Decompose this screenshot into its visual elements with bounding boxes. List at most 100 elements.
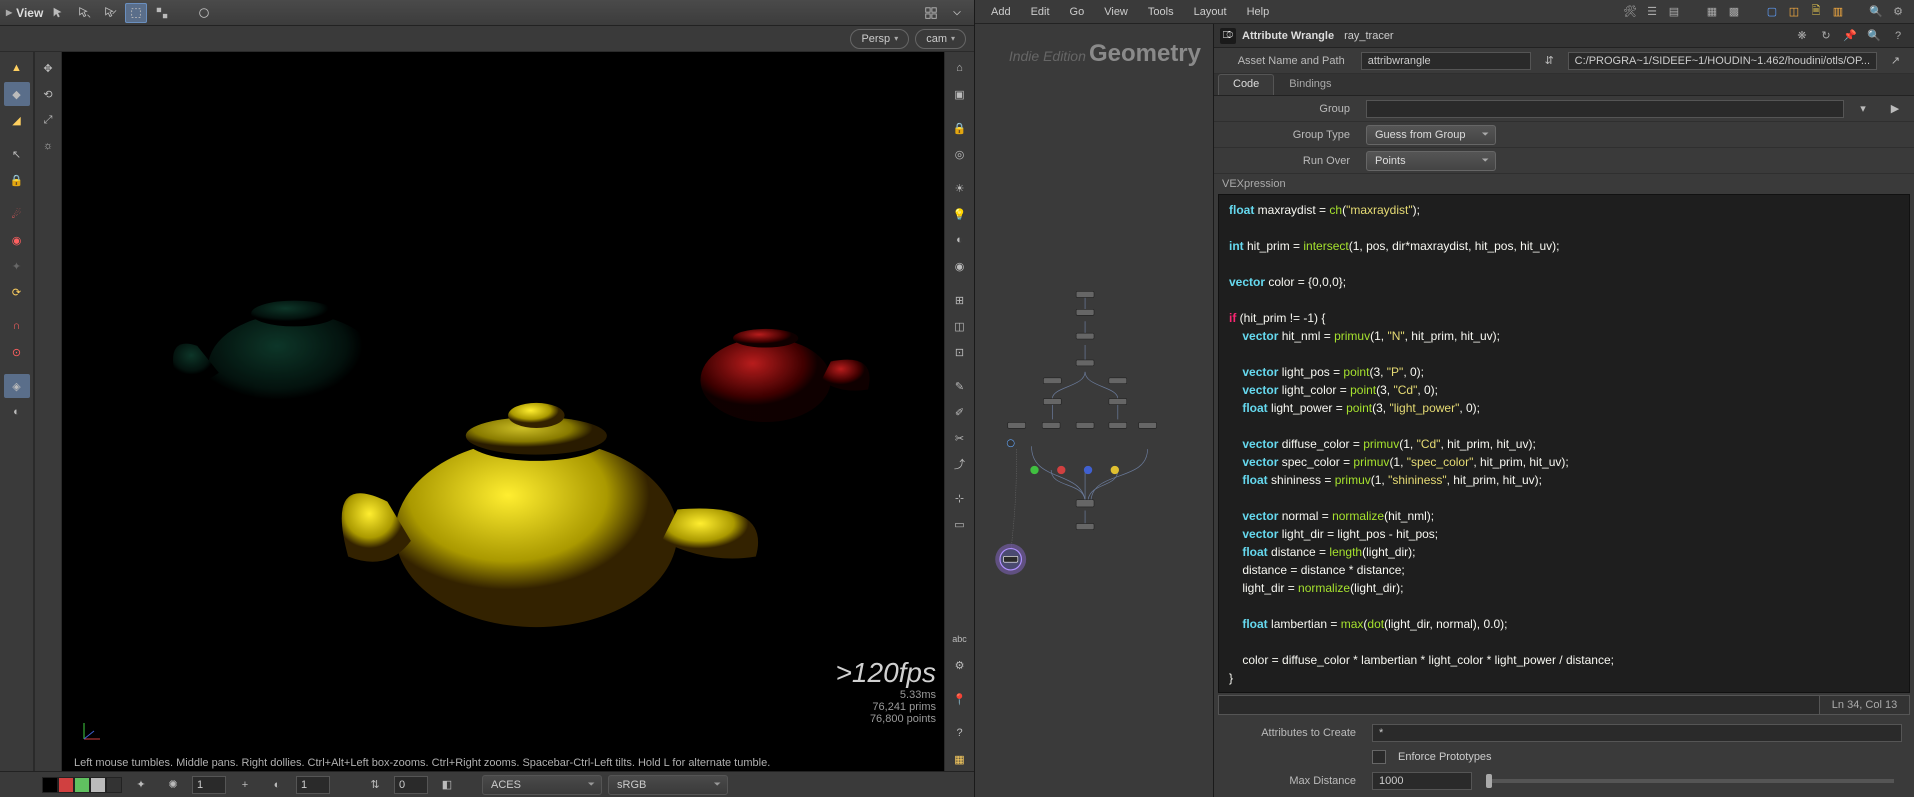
render-icon[interactable]: ◐: [4, 400, 30, 424]
home-icon[interactable]: ⌂: [947, 56, 973, 80]
primitive-icon[interactable]: ▲: [4, 56, 30, 80]
magnet-icon[interactable]: ∩: [4, 314, 30, 338]
asset-name-field[interactable]: attribwrangle: [1361, 52, 1531, 70]
menu-tools[interactable]: Tools: [1138, 3, 1184, 21]
fx-icon[interactable]: ✦: [128, 773, 154, 797]
path-icon[interactable]: ◫: [1784, 2, 1804, 22]
menu-help[interactable]: Help: [1237, 3, 1280, 21]
pose-icon[interactable]: ☼: [35, 134, 61, 158]
help-icon[interactable]: ?: [947, 721, 973, 745]
persp-menu[interactable]: Persp▾: [850, 29, 909, 49]
settings-icon[interactable]: ⚙: [1888, 2, 1908, 22]
arrow-icon[interactable]: ↖: [4, 142, 30, 166]
menu-edit[interactable]: Edit: [1021, 3, 1060, 21]
group-type-select[interactable]: Guess from Group: [1366, 125, 1496, 145]
asset-jump-icon[interactable]: ↗: [1883, 49, 1908, 73]
sculpt-icon[interactable]: ✐: [947, 400, 973, 424]
sheet-icon[interactable]: ▢: [1762, 2, 1782, 22]
layout-grid-icon[interactable]: ▦: [947, 747, 973, 771]
list-icon[interactable]: ▤: [1664, 2, 1684, 22]
view-tool-icon[interactable]: ◈: [4, 374, 30, 398]
select-contained-tool[interactable]: [73, 3, 95, 23]
c-plane-icon[interactable]: ▭: [947, 512, 973, 536]
colorspace-select[interactable]: ACES: [482, 775, 602, 795]
3d-viewport[interactable]: >120fps 5.33ms 76,241 prims 76,800 point…: [62, 52, 944, 771]
asset-updown-icon[interactable]: ⇵: [1537, 49, 1562, 73]
group-select-icon[interactable]: ▶: [1882, 97, 1908, 121]
extract-icon[interactable]: ⤴: [947, 452, 973, 476]
group-field[interactable]: [1366, 100, 1844, 118]
bone-tool-icon[interactable]: ✦: [4, 254, 30, 278]
pin-icon[interactable]: 📌: [1840, 26, 1860, 46]
light-tool-icon[interactable]: ☄: [4, 202, 30, 226]
reload-icon[interactable]: ↻: [1816, 26, 1836, 46]
headlight-icon[interactable]: ☀: [947, 176, 973, 200]
area-select-tool[interactable]: [125, 3, 147, 23]
select-icon[interactable]: ◆: [4, 82, 30, 106]
group-dropdown-icon[interactable]: ▾: [1850, 97, 1876, 121]
gamma-input[interactable]: [192, 776, 226, 794]
plus-icon[interactable]: +: [232, 773, 258, 797]
stop-input[interactable]: [394, 776, 428, 794]
constraint-icon[interactable]: ⟳: [4, 280, 30, 304]
display-select[interactable]: sRGB: [608, 775, 728, 795]
grid-snap-icon[interactable]: ⊹: [947, 486, 973, 510]
stop-adj-icon[interactable]: ⇅: [362, 773, 388, 797]
ghost-icon[interactable]: ◎: [947, 142, 973, 166]
search-icon[interactable]: 🔍: [1866, 2, 1886, 22]
attrs-field[interactable]: *: [1372, 724, 1902, 742]
cog-icon[interactable]: ⚙: [947, 653, 973, 677]
gear-icon[interactable]: ❋: [1792, 26, 1812, 46]
vex-code-editor[interactable]: float maxraydist = ch("maxraydist"); int…: [1218, 194, 1910, 693]
brush-icon[interactable]: ◢: [4, 108, 30, 132]
xray-icon[interactable]: ⊡: [947, 340, 973, 364]
cam-menu[interactable]: cam▾: [915, 29, 966, 49]
maxdist-field[interactable]: 1000: [1372, 772, 1472, 790]
search2-icon[interactable]: 🔍: [1864, 26, 1884, 46]
marker-icon[interactable]: 📍: [947, 687, 973, 711]
wrench-icon[interactable]: 🛠: [1620, 2, 1640, 22]
help2-icon[interactable]: ?: [1888, 26, 1908, 46]
view-layout-icon[interactable]: [920, 3, 942, 23]
lock-view-icon[interactable]: 🔒: [947, 116, 973, 140]
menu-layout[interactable]: Layout: [1184, 3, 1237, 21]
enforce-checkbox[interactable]: [1372, 750, 1386, 764]
maxdist-slider[interactable]: [1486, 779, 1894, 783]
run-over-select[interactable]: Points: [1366, 151, 1496, 171]
tab-bindings[interactable]: Bindings: [1274, 74, 1346, 95]
layer-icon[interactable]: ▥: [1828, 2, 1848, 22]
knife-icon[interactable]: ✂: [947, 426, 973, 450]
bulb-icon[interactable]: 💡: [947, 202, 973, 226]
grid9-icon[interactable]: ▩: [1724, 2, 1744, 22]
note-icon[interactable]: 🗎: [1806, 2, 1826, 22]
lock-icon[interactable]: 🔒: [4, 168, 30, 192]
exposure-input[interactable]: [296, 776, 330, 794]
paint-icon[interactable]: ✎: [947, 374, 973, 398]
node-name-label[interactable]: ray_tracer: [1344, 30, 1394, 42]
rotate-icon[interactable]: ⟲: [35, 82, 61, 106]
record-icon[interactable]: [193, 3, 215, 23]
tab-code[interactable]: Code: [1218, 74, 1274, 95]
snap-icon[interactable]: ⊙: [4, 340, 30, 364]
camera-tool-icon[interactable]: ◉: [4, 228, 30, 252]
toggle-wireframe[interactable]: [151, 3, 173, 23]
lut-icon[interactable]: ◧: [434, 773, 460, 797]
wire-icon[interactable]: ⊞: [947, 288, 973, 312]
cursor-tool[interactable]: [47, 3, 69, 23]
view-title[interactable]: ▶ View: [6, 6, 43, 20]
menu-view[interactable]: View: [1094, 3, 1138, 21]
spot-icon[interactable]: ✺: [160, 773, 186, 797]
menu-add[interactable]: Add: [981, 3, 1021, 21]
shadow-icon[interactable]: ◐: [947, 228, 973, 252]
asset-path-field[interactable]: C:/PROGRA~1/SIDEEF~1/HOUDIN~1.462/houdin…: [1568, 52, 1877, 70]
cage-icon[interactable]: ◫: [947, 314, 973, 338]
contrast-icon[interactable]: ◐: [264, 773, 290, 797]
pane-menu-icon[interactable]: [946, 3, 968, 23]
move-icon[interactable]: ✥: [35, 56, 61, 80]
network-editor[interactable]: Indie Edition Geometry: [975, 24, 1214, 797]
hierarchy-icon[interactable]: ☰: [1642, 2, 1662, 22]
select-visible-tool[interactable]: [99, 3, 121, 23]
scale-icon[interactable]: ⤢: [35, 108, 61, 132]
material-icon[interactable]: ◉: [947, 254, 973, 278]
menu-go[interactable]: Go: [1060, 3, 1095, 21]
